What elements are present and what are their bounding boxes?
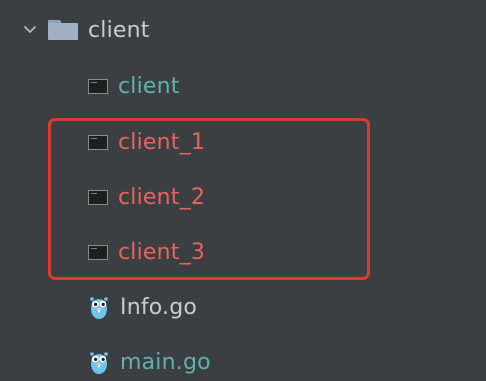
tree-item-label: main.go <box>120 349 211 375</box>
executable-icon <box>88 189 108 205</box>
tree-item-label: Info.go <box>120 294 198 320</box>
tree-item-client-1[interactable]: client_1 <box>0 115 486 169</box>
tree-item-label: client_2 <box>118 184 206 210</box>
executable-icon <box>88 244 108 260</box>
folder-icon <box>48 20 78 40</box>
tree-item-client-3[interactable]: client_3 <box>0 225 486 279</box>
executable-icon <box>88 78 108 94</box>
project-tree: client client client_1 client_2 client_3 <box>0 0 486 381</box>
tree-folder-label: client <box>88 17 150 43</box>
tree-folder-client[interactable]: client <box>0 3 486 57</box>
tree-item-info-go[interactable]: Info.go <box>0 280 486 334</box>
tree-item-client[interactable]: client <box>0 59 486 113</box>
chevron-down-icon[interactable] <box>22 22 38 38</box>
go-gopher-icon <box>90 352 108 374</box>
tree-item-label: client <box>118 73 180 99</box>
go-gopher-icon <box>90 297 108 319</box>
executable-icon <box>88 134 108 150</box>
tree-item-client-2[interactable]: client_2 <box>0 170 486 224</box>
tree-item-main-go[interactable]: main.go <box>0 335 486 381</box>
tree-item-label: client_1 <box>118 129 206 155</box>
tree-item-label: client_3 <box>118 239 206 265</box>
